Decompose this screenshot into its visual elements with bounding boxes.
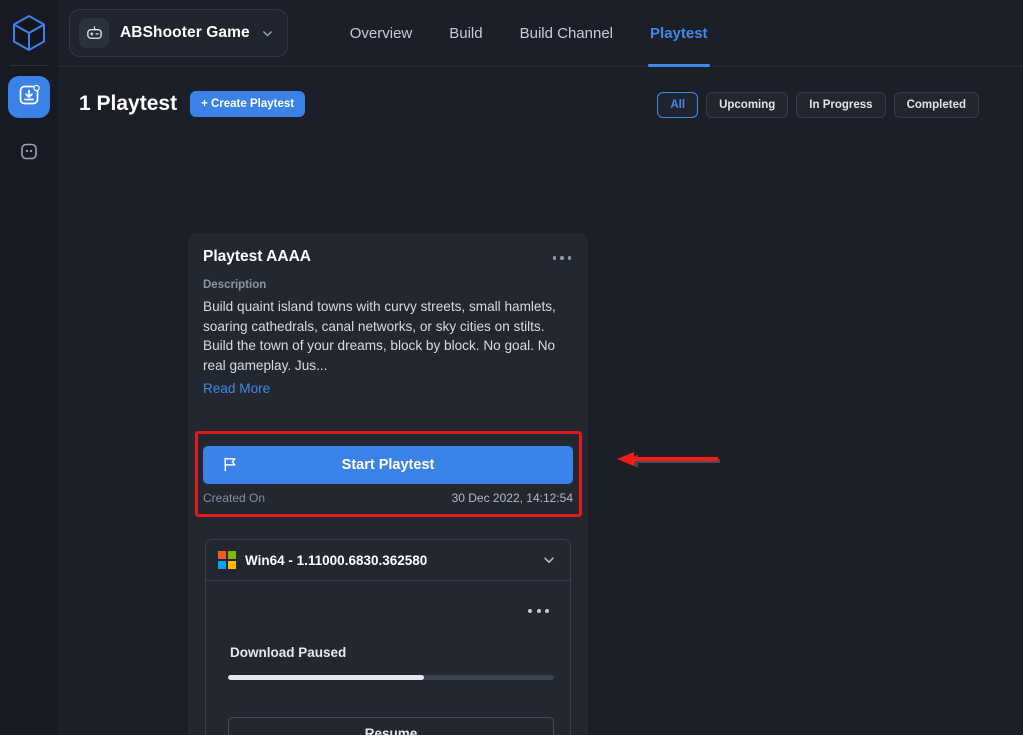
filter-upcoming[interactable]: Upcoming <box>706 92 789 118</box>
rail-divider <box>10 65 48 66</box>
filter-group: All Upcoming In Progress Completed <box>657 92 979 118</box>
filter-completed[interactable]: Completed <box>893 92 979 118</box>
download-progress-fill <box>228 675 424 680</box>
download-status: Download Paused <box>230 645 347 660</box>
chevron-down-icon <box>542 553 556 567</box>
more-options-icon[interactable] <box>552 248 571 260</box>
created-on-label: Created On <box>203 491 266 505</box>
nav-tabs: Overview Build Build Channel Playtest <box>350 0 710 67</box>
left-rail <box>0 0 58 735</box>
created-on-row: Created On 30 Dec 2022, 14:12:54 <box>203 491 573 505</box>
build-name: Win64 - 1.11000.6830.362580 <box>245 552 428 568</box>
page-content: 1 Playtest + Create Playtest All Upcomin… <box>58 67 1023 735</box>
build-header[interactable]: Win64 - 1.11000.6830.362580 <box>206 540 570 581</box>
tab-overview[interactable]: Overview <box>350 0 413 67</box>
device-robot-icon <box>18 140 40 167</box>
install-download-icon <box>18 84 40 111</box>
build-more-options-icon[interactable] <box>528 609 549 613</box>
windows-logo-icon <box>218 551 236 569</box>
game-name: ABShooter Game <box>120 24 250 41</box>
read-more-link[interactable]: Read More <box>188 375 285 396</box>
build-body: Download Paused Resume <box>206 581 570 735</box>
playtest-card: Playtest AAAA Description Build quaint i… <box>188 233 588 735</box>
page-title: 1 Playtest <box>79 92 178 115</box>
sidebar-item-device[interactable] <box>8 132 50 174</box>
cube-logo-icon[interactable] <box>7 5 51 61</box>
top-bar: ABShooter Game Overview Build Build Chan… <box>58 0 1023 67</box>
tab-build-channel[interactable]: Build Channel <box>520 0 613 67</box>
playtest-title: Playtest AAAA <box>203 248 311 265</box>
flag-icon <box>221 455 240 477</box>
filter-all[interactable]: All <box>657 92 699 118</box>
game-selector[interactable]: ABShooter Game <box>69 9 288 57</box>
create-playtest-button[interactable]: + Create Playtest <box>190 91 306 117</box>
chevron-down-icon <box>261 27 274 40</box>
gamepad-icon <box>79 18 109 48</box>
page-header: 1 Playtest + Create Playtest <box>79 91 306 117</box>
build-panel: Win64 - 1.11000.6830.362580 Download Pau… <box>205 539 571 735</box>
start-playtest-label: Start Playtest <box>341 457 435 473</box>
created-on-value: 30 Dec 2022, 14:12:54 <box>451 491 573 505</box>
playtest-card-header: Playtest AAAA <box>188 233 588 266</box>
tab-playtest[interactable]: Playtest <box>648 0 710 67</box>
tab-build[interactable]: Build <box>449 0 482 67</box>
start-playtest-button[interactable]: Start Playtest <box>203 446 573 484</box>
resume-button[interactable]: Resume <box>228 717 554 735</box>
download-progress-bar <box>228 675 554 680</box>
filter-in-progress[interactable]: In Progress <box>796 92 886 118</box>
description-text: Build quaint island towns with curvy str… <box>203 299 556 373</box>
description-label: Description <box>203 279 267 291</box>
app-root: ABShooter Game Overview Build Build Chan… <box>0 0 1023 735</box>
sidebar-item-install[interactable] <box>8 76 50 118</box>
build-identity: Win64 - 1.11000.6830.362580 <box>218 551 427 569</box>
left-arrow-annotation <box>614 451 726 484</box>
